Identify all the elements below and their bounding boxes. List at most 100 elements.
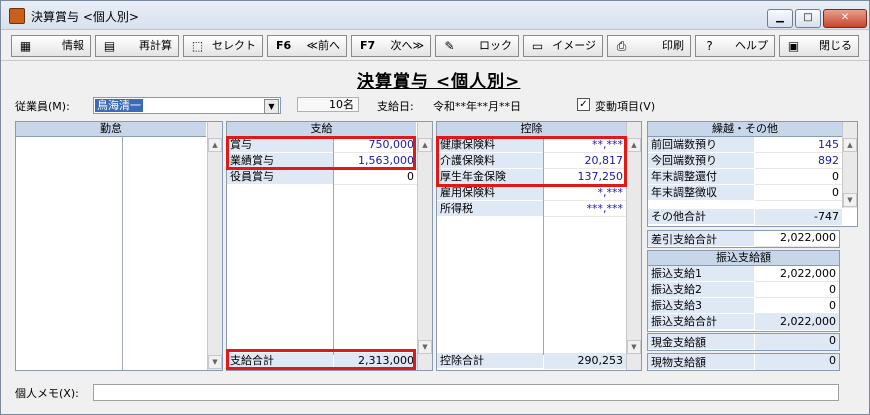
app-icon bbox=[9, 8, 25, 24]
carryover-value[interactable]: 892 bbox=[755, 153, 842, 169]
deduction-scrollbar[interactable]: ▲ ▼ bbox=[626, 122, 641, 370]
lock-icon: ✎ bbox=[444, 39, 455, 53]
payment-label: 役員賞与 bbox=[227, 169, 333, 185]
minimize-button[interactable]: ▁ bbox=[767, 9, 793, 28]
table-row[interactable]: 厚生年金保険 137,250 bbox=[437, 169, 626, 185]
transfer-label: 振込支給1 bbox=[648, 266, 754, 282]
table-row[interactable]: 振込支給2 0 bbox=[648, 282, 839, 298]
table-row[interactable]: 賞与 750,000 bbox=[227, 137, 417, 153]
deduction-label: 健康保険料 bbox=[437, 137, 543, 153]
carryover-scrollbar[interactable]: ▲ ▼ bbox=[842, 122, 857, 208]
image-button-label: イメージ bbox=[552, 39, 596, 52]
goods-pay-value: 0 bbox=[755, 354, 839, 370]
payment-total-row: 支給合計 2,313,000 bbox=[227, 353, 417, 369]
application-window: 決算賞与 <個人別> ▁ □ ✕ ▦ 情報 ▤ 再計算 ⬚ セレクト F6 ≪前… bbox=[0, 0, 870, 415]
recalculate-button[interactable]: ▤ 再計算 bbox=[95, 35, 179, 57]
payment-scrollbar[interactable]: ▲ ▼ bbox=[417, 122, 432, 370]
deduction-label: 厚生年金保険 bbox=[437, 169, 543, 185]
cash-pay-value: 0 bbox=[755, 334, 839, 350]
memo-input[interactable] bbox=[93, 384, 839, 401]
other-total-label: その他合計 bbox=[648, 209, 754, 225]
payment-total-label: 支給合計 bbox=[227, 353, 333, 369]
recalc-icon: ▤ bbox=[103, 39, 116, 53]
help-button[interactable]: ? ヘルプ bbox=[695, 35, 775, 57]
employee-select[interactable]: 鳥海清一 ▼ bbox=[93, 97, 281, 114]
transfer-label: 振込支給2 bbox=[648, 282, 754, 298]
deduction-value[interactable]: ***,*** bbox=[544, 201, 626, 217]
attendance-panel: 勤怠 ▲ ▼ bbox=[15, 121, 223, 371]
recalculate-button-label: 再計算 bbox=[139, 39, 172, 52]
print-icon: ⎙ bbox=[616, 39, 627, 53]
table-row[interactable]: 雇用保険料 *,*** bbox=[437, 185, 626, 201]
carryover-value[interactable]: 145 bbox=[755, 137, 842, 153]
carryover-label: 前回端数預り bbox=[648, 137, 754, 153]
payment-value[interactable]: 0 bbox=[334, 169, 417, 185]
deduction-value[interactable]: 20,817 bbox=[544, 153, 626, 169]
close-button[interactable]: ✕ bbox=[823, 9, 867, 28]
attendance-scrollbar[interactable]: ▲ ▼ bbox=[207, 122, 222, 370]
transfer-total-row: 振込支給合計 2,022,000 bbox=[648, 314, 839, 330]
scroll-up-icon[interactable]: ▲ bbox=[418, 138, 432, 152]
table-row[interactable]: 介護保険料 20,817 bbox=[437, 153, 626, 169]
next-button-key: F7 bbox=[360, 39, 376, 52]
deduction-panel: 控除 健康保険料 **,*** 介護保険料 20,817 厚生年金保険 137,… bbox=[436, 121, 642, 371]
cash-pay-label: 現金支給額 bbox=[648, 334, 754, 350]
table-row[interactable]: 振込支給3 0 bbox=[648, 298, 839, 314]
deduction-header: 控除 bbox=[437, 122, 626, 137]
maximize-button[interactable]: □ bbox=[795, 9, 821, 28]
deduction-label: 雇用保険料 bbox=[437, 185, 543, 201]
cash-pay-row: 現金支給額 0 bbox=[647, 333, 840, 351]
table-row[interactable]: 年末調整還付 0 bbox=[648, 169, 842, 185]
deduction-value[interactable]: *,*** bbox=[544, 185, 626, 201]
close-window-button-label: 閉じる bbox=[819, 39, 852, 52]
scroll-up-icon[interactable]: ▲ bbox=[843, 138, 857, 152]
carryover-value[interactable]: 0 bbox=[755, 169, 842, 185]
info-button[interactable]: ▦ 情報 bbox=[11, 35, 91, 57]
table-row[interactable]: 役員賞与 0 bbox=[227, 169, 417, 185]
scroll-down-icon[interactable]: ▼ bbox=[208, 355, 222, 369]
scroll-up-icon[interactable]: ▲ bbox=[208, 138, 222, 152]
image-button[interactable]: ▭ イメージ bbox=[523, 35, 603, 57]
attendance-divider bbox=[122, 137, 123, 370]
deduction-value[interactable]: 137,250 bbox=[544, 169, 626, 185]
scroll-down-icon[interactable]: ▼ bbox=[843, 193, 857, 207]
payment-value[interactable]: 750,000 bbox=[334, 137, 417, 153]
select-button[interactable]: ⬚ セレクト bbox=[183, 35, 263, 57]
table-row[interactable]: 前回端数預り 145 bbox=[648, 137, 842, 153]
variable-items-checkbox[interactable]: ✓ bbox=[577, 98, 590, 111]
memo-label: 個人メモ(X): bbox=[15, 387, 79, 400]
transfer-total-label: 振込支給合計 bbox=[648, 314, 754, 330]
image-icon: ▭ bbox=[531, 39, 544, 53]
table-row[interactable]: 所得税 ***,*** bbox=[437, 201, 626, 217]
deduction-label: 所得税 bbox=[437, 201, 543, 217]
table-row[interactable]: 今回端数預り 892 bbox=[648, 153, 842, 169]
scroll-up-icon[interactable]: ▲ bbox=[627, 138, 641, 152]
scroll-down-icon[interactable]: ▼ bbox=[418, 340, 432, 354]
print-button[interactable]: ⎙ 印刷 bbox=[607, 35, 691, 57]
transfer-value[interactable]: 2,022,000 bbox=[755, 266, 839, 282]
carryover-label: 年末調整還付 bbox=[648, 169, 754, 185]
payment-value[interactable]: 1,563,000 bbox=[334, 153, 417, 169]
deduction-value[interactable]: **,*** bbox=[544, 137, 626, 153]
other-total-row: その他合計 -747 bbox=[648, 209, 842, 225]
net-pay-value: 2,022,000 bbox=[755, 231, 839, 247]
goods-pay-row: 現物支給額 0 bbox=[647, 353, 840, 371]
carryover-value[interactable]: 0 bbox=[755, 185, 842, 201]
scroll-down-icon[interactable]: ▼ bbox=[627, 340, 641, 354]
window-title: 決算賞与 <個人別> bbox=[31, 10, 139, 24]
next-button[interactable]: F7 次へ≫ bbox=[351, 35, 431, 57]
table-row[interactable]: 業績賞与 1,563,000 bbox=[227, 153, 417, 169]
employee-count: 10名 bbox=[297, 97, 359, 112]
table-row[interactable]: 年末調整徴収 0 bbox=[648, 185, 842, 201]
chevron-down-icon[interactable]: ▼ bbox=[264, 99, 279, 114]
prev-button[interactable]: F6 ≪前へ bbox=[267, 35, 347, 57]
carryover-panel: 繰越・その他 前回端数預り 145 今回端数預り 892 年末調整還付 0 年末… bbox=[647, 121, 858, 227]
transfer-value[interactable]: 0 bbox=[755, 298, 839, 314]
transfer-value[interactable]: 0 bbox=[755, 282, 839, 298]
lock-button[interactable]: ✎ ロック bbox=[435, 35, 519, 57]
table-row[interactable]: 健康保険料 **,*** bbox=[437, 137, 626, 153]
table-row[interactable]: 振込支給1 2,022,000 bbox=[648, 266, 839, 282]
close-window-button[interactable]: ▣ 閉じる bbox=[779, 35, 859, 57]
carryover-label: 今回端数預り bbox=[648, 153, 754, 169]
pay-date-value: 令和**年**月**日 bbox=[433, 100, 521, 113]
